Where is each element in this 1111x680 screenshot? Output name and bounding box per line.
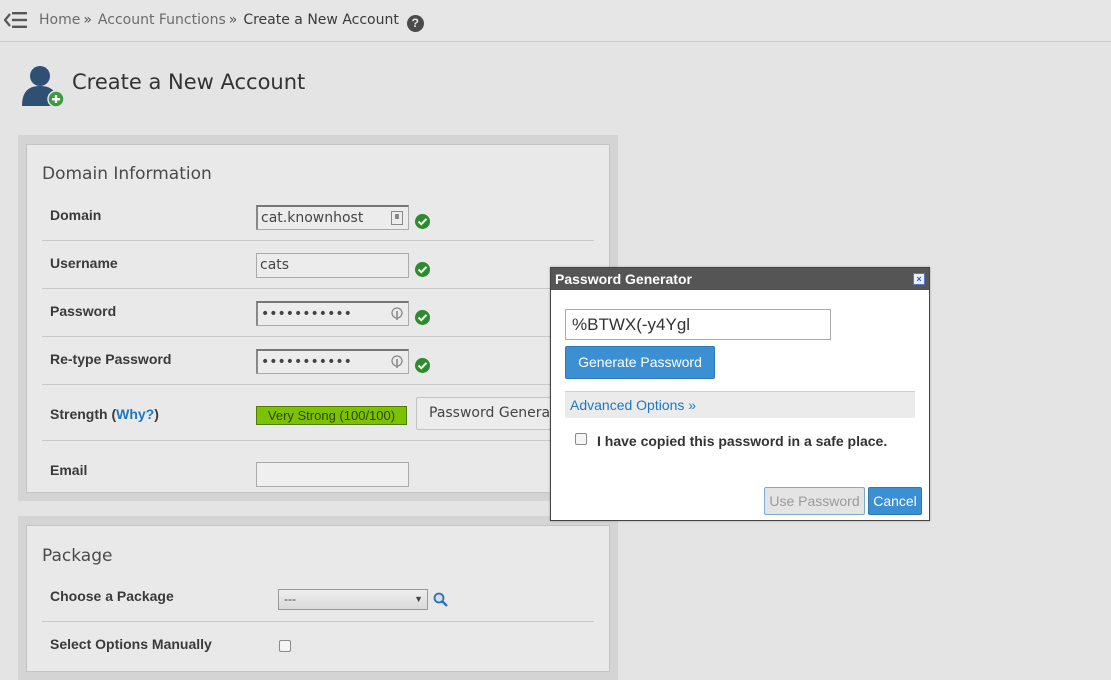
advanced-options-link[interactable]: Advanced Options » <box>570 397 696 413</box>
email-row: Email <box>42 441 594 489</box>
close-icon[interactable]: × <box>913 273 925 285</box>
breadcrumb-current: Create a New Account <box>243 12 399 28</box>
dialog-header: Password Generator × <box>551 268 929 290</box>
breadcrumb-separator: » <box>83 12 92 28</box>
breadcrumb: Home» Account Functions» Create a New Acco… <box>39 11 424 32</box>
why-link[interactable]: Why? <box>116 406 154 422</box>
password-masked-value: ••••••••••• <box>261 306 352 322</box>
domain-information-body: Domain Information Domain cat.knownhost … <box>26 144 610 493</box>
email-input[interactable] <box>256 462 409 487</box>
domain-input[interactable]: cat.knownhost <box>256 205 409 230</box>
generated-password-field[interactable]: %BTWX(-y4Ygl <box>565 309 831 340</box>
select-options-manually-checkbox[interactable] <box>279 640 291 652</box>
top-bar: Home» Account Functions» Create a New Acco… <box>0 0 1111 42</box>
chevron-down-icon: ▼ <box>414 594 423 604</box>
page-title: Create a New Account <box>72 70 306 94</box>
advanced-options-bar: Advanced Options » <box>565 391 915 418</box>
help-icon[interactable]: ? <box>406 15 424 32</box>
section-title: Package <box>42 546 113 566</box>
use-password-button[interactable]: Use Password <box>764 487 865 515</box>
password-generator-button[interactable]: Password Generator <box>416 397 556 430</box>
key-icon <box>391 355 403 368</box>
email-label: Email <box>50 462 88 478</box>
breadcrumb-home[interactable]: Home <box>39 12 80 28</box>
generated-password-value: %BTWX(-y4Ygl <box>572 315 691 334</box>
breadcrumb-account-functions[interactable]: Account Functions <box>98 12 226 28</box>
select-options-manually-row: Select Options Manually <box>42 622 594 668</box>
dialog-title: Password Generator <box>555 271 692 287</box>
domain-row: Domain cat.knownhost <box>42 195 594 241</box>
generate-password-button[interactable]: Generate Password <box>565 346 715 379</box>
retype-password-input[interactable]: ••••••••••• <box>256 349 409 374</box>
username-input[interactable]: cats <box>256 253 409 278</box>
domain-value: cat.knownhost <box>261 210 364 226</box>
valid-check-icon <box>415 358 430 373</box>
retype-password-masked-value: ••••••••••• <box>261 354 352 370</box>
strength-label-suffix: ) <box>154 406 159 422</box>
username-value: cats <box>260 257 290 273</box>
valid-check-icon <box>415 214 430 229</box>
cancel-button[interactable]: Cancel <box>868 487 922 515</box>
domain-information-panel: Domain Information Domain cat.knownhost … <box>18 135 618 501</box>
package-select[interactable]: --- ▼ <box>278 589 428 610</box>
choose-package-label: Choose a Package <box>50 588 174 604</box>
copied-password-label: I have copied this password in a safe pl… <box>597 433 888 449</box>
valid-check-icon <box>415 262 430 277</box>
package-selected-value: --- <box>284 592 296 606</box>
menu-collapse-icon[interactable] <box>4 9 28 31</box>
strength-row: Strength (Why?) Very Strong (100/100) Pa… <box>42 385 594 441</box>
username-label: Username <box>50 255 118 271</box>
username-row: Username cats <box>42 241 594 289</box>
section-title: Domain Information <box>42 164 212 184</box>
password-generator-dialog: Password Generator × %BTWX(-y4Ygl Genera… <box>550 267 930 521</box>
search-icon[interactable] <box>433 592 449 607</box>
retype-password-row: Re-type Password ••••••••••• <box>42 337 594 385</box>
add-user-icon <box>22 66 65 108</box>
password-input[interactable]: ••••••••••• <box>256 301 409 326</box>
contact-card-icon <box>391 211 403 225</box>
choose-package-row: Choose a Package --- ▼ <box>42 576 594 622</box>
key-icon <box>391 307 403 320</box>
package-body: Package Choose a Package --- ▼ Select Op… <box>26 525 610 672</box>
domain-label: Domain <box>50 207 102 223</box>
package-panel: Package Choose a Package --- ▼ Select Op… <box>18 516 618 680</box>
password-row: Password ••••••••••• <box>42 289 594 337</box>
retype-password-label: Re-type Password <box>50 351 172 367</box>
password-label: Password <box>50 303 117 319</box>
valid-check-icon <box>415 310 430 325</box>
breadcrumb-separator: » <box>228 12 238 28</box>
select-options-manually-label: Select Options Manually <box>50 636 212 652</box>
strength-meter: Very Strong (100/100) <box>256 406 407 425</box>
copied-password-checkbox[interactable] <box>575 433 587 445</box>
strength-label-prefix: Strength ( <box>50 406 117 422</box>
strength-label: Strength (Why?) <box>50 406 159 422</box>
